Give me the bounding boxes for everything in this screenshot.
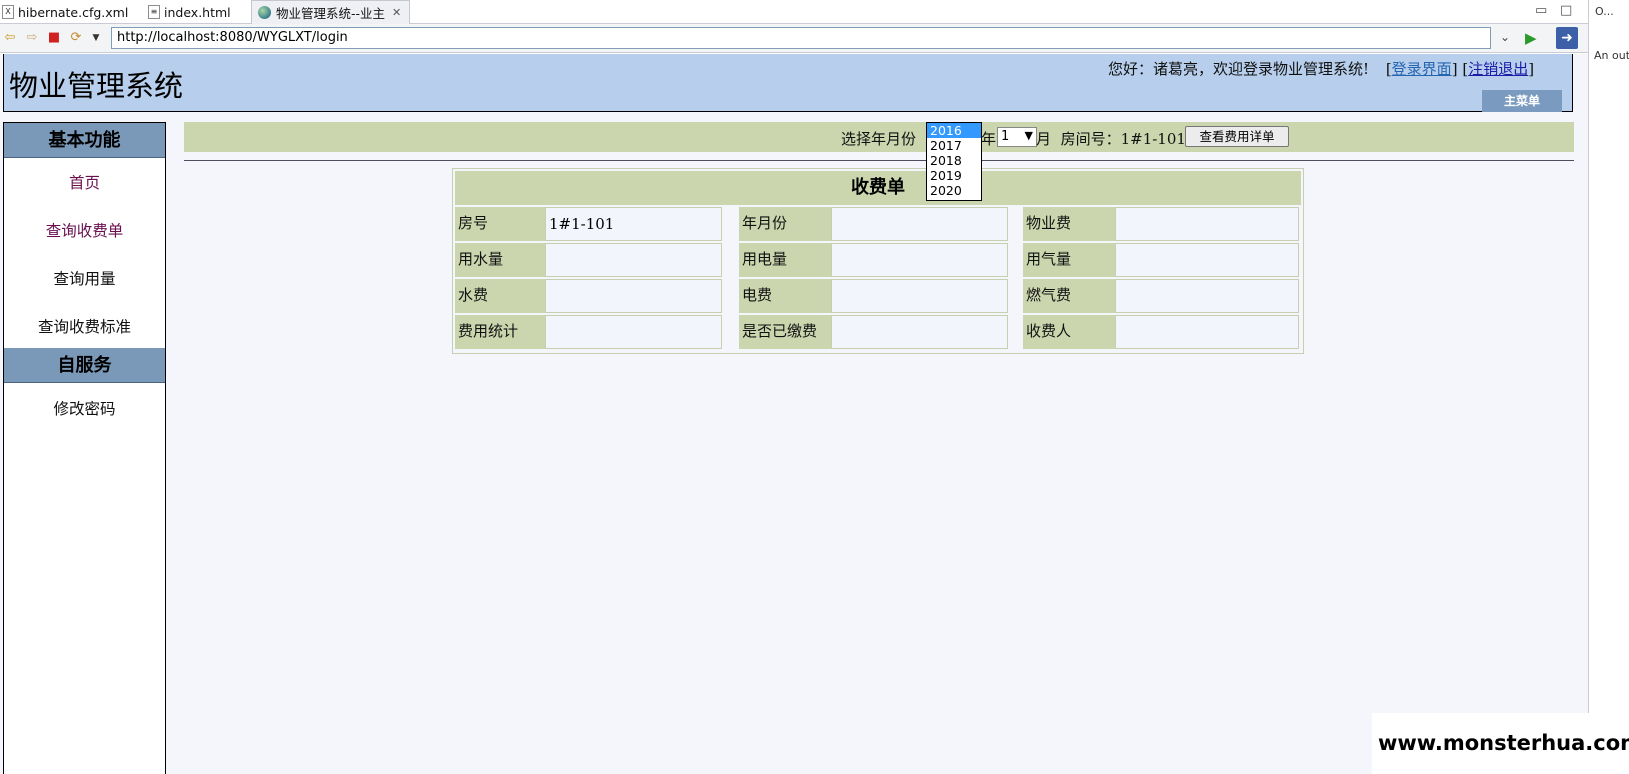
month-value: 1 <box>1001 129 1010 144</box>
go-icon[interactable]: ▶ <box>1525 29 1543 47</box>
fee-value <box>831 315 1008 349</box>
month-select[interactable]: 1 ▼ <box>997 127 1037 147</box>
fee-value <box>1115 315 1299 349</box>
view-fee-details-button[interactable]: 查看费用详单 <box>1185 126 1289 147</box>
refresh-icon[interactable]: ⟳ <box>68 30 84 46</box>
outline-title[interactable]: O... <box>1595 5 1614 18</box>
fee-label: 房号 <box>455 207 550 241</box>
close-icon[interactable]: ✕ <box>392 6 401 19</box>
sidebar-section-self-service: 自服务 <box>4 348 165 383</box>
watermark: www.monsterhua.com <box>1372 713 1629 774</box>
fee-value <box>831 279 1008 313</box>
login-page-link[interactable]: 登录界面 <box>1392 60 1452 78</box>
year-dropdown-list[interactable]: 2016 2017 2018 2019 2020 <box>926 122 982 201</box>
query-bar: 选择年月份 年 1 ▼ 月 房间号：1#1-101 查看费用详单 <box>184 122 1574 152</box>
year-option[interactable]: 2017 <box>927 138 981 153</box>
globe-icon <box>258 6 271 19</box>
fee-value <box>1115 279 1299 313</box>
tab-label: 物业管理系统--业主 <box>276 6 386 21</box>
room-number-label: 房间号： <box>1060 130 1121 148</box>
sidebar: 基本功能 首页 查询收费单 查询用量 查询收费标准 自服务 修改密码 <box>3 122 166 774</box>
tab-label: hibernate.cfg.xml <box>18 4 129 20</box>
fee-table-title: 收费单 <box>455 171 1301 205</box>
fee-value <box>545 279 722 313</box>
fee-value <box>831 207 1008 241</box>
year-option[interactable]: 2019 <box>927 168 981 183</box>
page-viewport: 物业管理系统 您好：诸葛亮，欢迎登录物业管理系统! [登录界面] [注销退出] … <box>0 54 1588 774</box>
navigate-icon[interactable]: ➜ <box>1556 27 1578 49</box>
outline-panel: O... An out <box>1588 0 1629 774</box>
tab-hibernate-cfg[interactable]: X hibernate.cfg.xml <box>2 0 128 24</box>
back-arrow-icon[interactable]: ⇦ <box>2 30 18 46</box>
chevron-down-icon: ▼ <box>1024 129 1033 142</box>
logout-link[interactable]: 注销退出 <box>1468 60 1528 78</box>
editor-tab-bar: X hibernate.cfg.xml ≡ index.html 物业管理系统-… <box>0 0 1588 24</box>
fee-value <box>1115 207 1299 241</box>
maximize-icon[interactable]: □ <box>1560 3 1572 18</box>
fee-label: 费用统计 <box>455 315 550 349</box>
url-input[interactable]: http://localhost:8080/WYGLXT/login <box>111 27 1491 49</box>
fee-value <box>1115 243 1299 277</box>
welcome-bar: 您好：诸葛亮，欢迎登录物业管理系统! [登录界面] [注销退出] <box>1108 58 1534 79</box>
tab-browser-page[interactable]: 物业管理系统--业主 ✕ <box>251 0 411 24</box>
bracket: ] <box>1528 60 1535 78</box>
tab-index-html[interactable]: ≡ index.html <box>148 0 231 24</box>
year-option[interactable]: 2016 <box>927 123 981 138</box>
outline-note: An out <box>1594 49 1629 62</box>
fee-label: 电费 <box>739 279 834 313</box>
fee-value: 1#1-101 <box>545 207 722 241</box>
main-menu-button[interactable]: 主菜单 <box>1482 90 1562 112</box>
sidebar-section-basic: 基本功能 <box>4 123 165 158</box>
page-header: 物业管理系统 您好：诸葛亮，欢迎登录物业管理系统! [登录界面] [注销退出] … <box>3 54 1573 112</box>
fee-label: 水费 <box>455 279 550 313</box>
welcome-text: 您好：诸葛亮，欢迎登录物业管理系统! <box>1108 60 1370 78</box>
fee-value <box>545 315 722 349</box>
month-unit-label: 月 <box>1036 130 1052 148</box>
room-number-value: 1#1-101 <box>1120 130 1186 148</box>
fee-label: 是否已缴费 <box>739 315 834 349</box>
tab-label: index.html <box>164 4 231 20</box>
sidebar-item-change-password[interactable]: 修改密码 <box>4 397 165 419</box>
forward-arrow-icon[interactable]: ⇨ <box>24 30 40 46</box>
minimize-icon[interactable]: ▭ <box>1535 3 1547 18</box>
system-title: 物业管理系统 <box>9 69 184 103</box>
divider <box>184 160 1574 161</box>
sidebar-item-query-usage[interactable]: 查询用量 <box>4 267 165 289</box>
fee-label: 用气量 <box>1023 243 1118 277</box>
fee-value <box>831 243 1008 277</box>
year-unit-label: 年 <box>981 130 997 148</box>
fee-label: 年月份 <box>739 207 834 241</box>
fee-value <box>545 243 722 277</box>
url-history-dropdown-icon[interactable]: ⌄ <box>1500 30 1514 46</box>
bracket: ] <box>1451 60 1458 78</box>
fee-label: 用电量 <box>739 243 834 277</box>
fee-label: 收费人 <box>1023 315 1118 349</box>
dropdown-arrow-icon[interactable]: ▼ <box>88 30 104 46</box>
fee-label: 燃气费 <box>1023 279 1118 313</box>
html-file-icon: ≡ <box>148 5 160 19</box>
fee-label: 物业费 <box>1023 207 1118 241</box>
sidebar-item-query-bill[interactable]: 查询收费单 <box>4 219 165 241</box>
room-label: 月 房间号：1#1-101 <box>1036 128 1186 149</box>
stop-icon[interactable]: ■ <box>46 30 62 46</box>
sidebar-item-home[interactable]: 首页 <box>4 171 165 193</box>
year-option[interactable]: 2020 <box>927 183 981 198</box>
xml-file-icon: X <box>2 5 14 19</box>
fee-table: 收费单 房号 1#1-101 年月份 物业费用水量 用电量 用气量水费 电费 燃气费费用统计 是… <box>452 168 1304 354</box>
fee-label: 用水量 <box>455 243 550 277</box>
sidebar-item-query-standard[interactable]: 查询收费标准 <box>4 315 165 337</box>
year-option[interactable]: 2018 <box>927 153 981 168</box>
select-period-label: 选择年月份 <box>841 130 917 148</box>
